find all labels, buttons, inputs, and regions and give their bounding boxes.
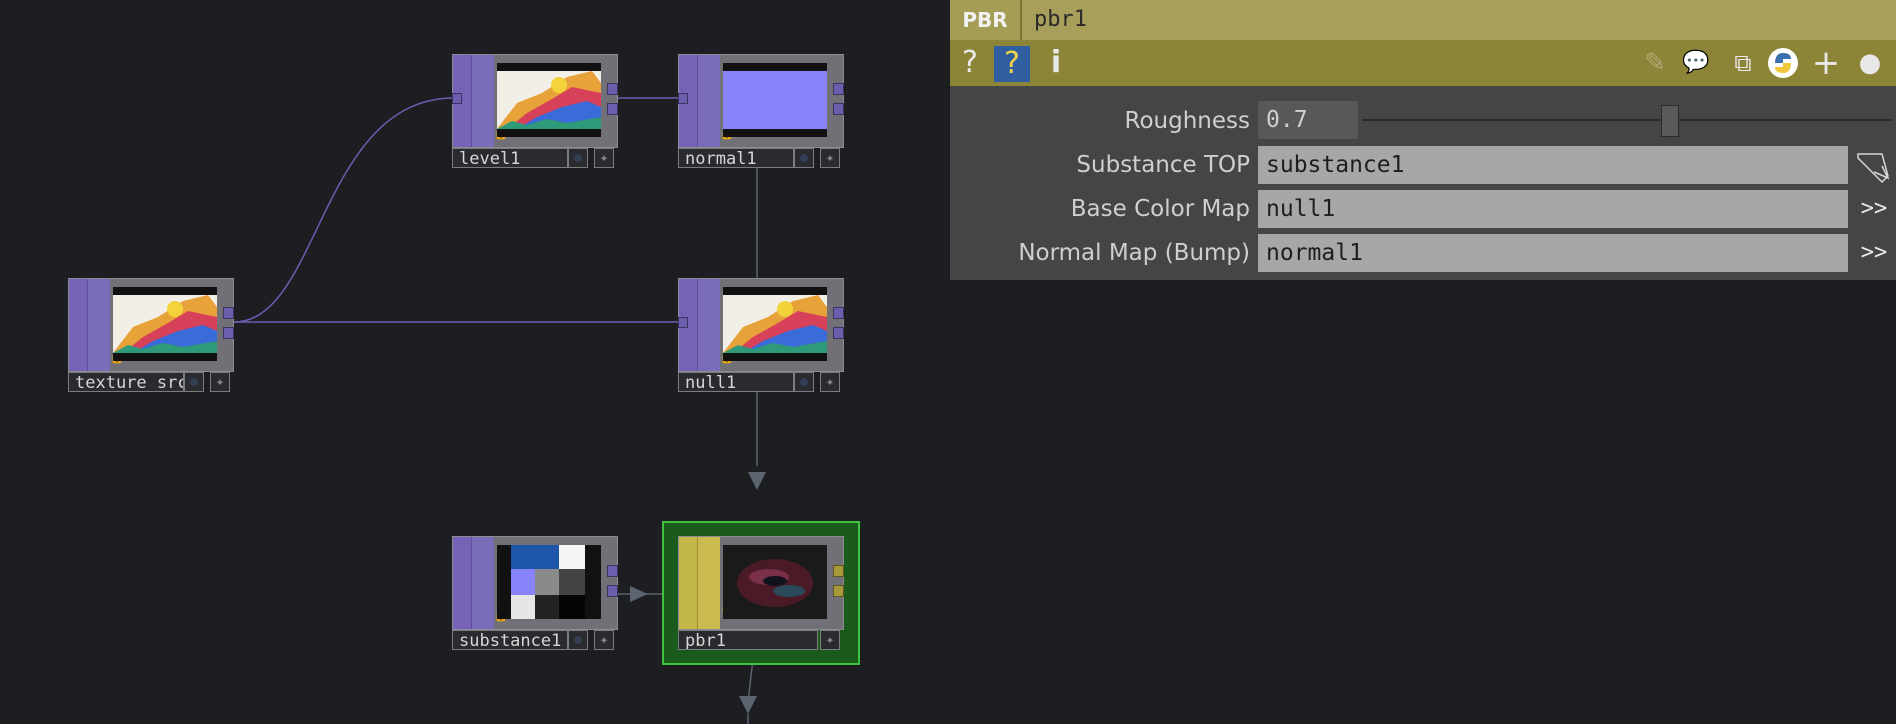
panel-toolbar: ? ? i ✎ 💬 ⧉ + ●: [950, 40, 1896, 86]
node-texture-src[interactable]: ◉ ⚡ ➔ 🔒 texture_src ✦: [68, 278, 234, 396]
node-add-button[interactable]: ✦: [594, 630, 614, 650]
preview-colorful-splash: [723, 287, 827, 361]
preview-dark-torus: [723, 545, 827, 619]
input-connector[interactable]: [678, 93, 688, 104]
node-strip: [453, 537, 471, 629]
node-body: ◉ ⚡ ➔ 🔒: [452, 54, 618, 148]
node-viewer-button[interactable]: [568, 148, 588, 168]
comment-icon[interactable]: 💬: [1676, 40, 1716, 86]
node-label[interactable]: texture_src: [68, 372, 184, 392]
node-label[interactable]: pbr1: [678, 630, 818, 650]
param-label-base-color-map: Base Color Map: [1070, 196, 1250, 222]
normal-map-menu-button[interactable]: >>: [1854, 234, 1894, 272]
node-flag-strip: ◉ ⚡ ➔ 🔒: [471, 537, 508, 629]
node-substance1[interactable]: ◉ ⚡ ➔ 🔒 substance1 ✦: [452, 536, 618, 654]
preview-colorful-splash: [497, 63, 601, 137]
node-add-button[interactable]: ✦: [820, 630, 840, 650]
arrow-normal1-to-pbr1: [748, 472, 766, 490]
clone-icon[interactable]: ⧉: [1726, 40, 1760, 86]
output-connector[interactable]: [833, 585, 844, 597]
output-connector[interactable]: [607, 585, 618, 597]
parameter-list: Roughness 0.7 Substance TOP substance1 B…: [950, 86, 1896, 280]
preview-colorful-splash: [113, 287, 217, 361]
param-label-normal-map: Normal Map (Bump): [1018, 240, 1250, 266]
node-viewer-button[interactable]: [794, 372, 814, 392]
node-flag-strip: ◉ ⚡ ➔ 🔒: [471, 55, 508, 147]
parameter-panel: PBR pbr1 ? ? i ✎ 💬 ⧉ + ● Roughness 0.7 S…: [950, 0, 1896, 280]
preview-material-swatch: [497, 545, 601, 619]
output-connector[interactable]: [833, 307, 844, 319]
node-viewer-button[interactable]: [568, 630, 588, 650]
input-connector[interactable]: [452, 93, 462, 104]
operator-name-field[interactable]: pbr1: [1020, 0, 1896, 40]
help-icon[interactable]: ?: [958, 40, 982, 86]
input-connector[interactable]: [678, 317, 688, 328]
output-connector[interactable]: [833, 103, 844, 115]
plus-icon[interactable]: +: [1808, 40, 1844, 86]
node-body: ◉ ⚡ ➔ 🔒: [68, 278, 234, 372]
node-null1[interactable]: ◉ ⚡ ➔ 🔒 null1 ✦: [678, 278, 844, 396]
node-label[interactable]: normal1: [678, 148, 794, 168]
node-label[interactable]: level1: [452, 148, 568, 168]
node-body: ◉ ⚡ ➔ 🔒: [678, 54, 844, 148]
output-connector[interactable]: [833, 327, 844, 339]
node-body: ◉ ⚡ ➔ 🔒: [678, 278, 844, 372]
output-connector[interactable]: [223, 307, 234, 319]
node-flag-strip: ◉ ⚡ ➔ 🔒: [697, 55, 734, 147]
arrow-substance1-to-pbr1: [630, 586, 648, 602]
python-icon[interactable]: [1766, 40, 1800, 86]
node-viewer-button[interactable]: [794, 148, 814, 168]
node-add-button[interactable]: ✦: [820, 372, 840, 392]
normal-map-field[interactable]: normal1: [1258, 234, 1848, 272]
param-label-substance-top: Substance TOP: [1076, 152, 1250, 178]
base-color-map-field[interactable]: null1: [1258, 190, 1848, 228]
node-flag-strip: ◉ ⚡ ➔ 🔒: [697, 279, 734, 371]
roughness-slider-row: [950, 86, 1896, 146]
output-connector[interactable]: [607, 103, 618, 115]
node-flag-strip: ◉ ⚡ ➔ 🔒: [87, 279, 124, 371]
output-connector[interactable]: [223, 327, 234, 339]
node-flag-strip: ◉ ⚡ 🔒: [697, 537, 734, 629]
panel-titlebar: PBR pbr1: [950, 0, 1896, 40]
output-connector[interactable]: [833, 565, 844, 577]
node-pbr1[interactable]: ◉ ⚡ 🔒 pbr1 ✦: [678, 536, 844, 654]
preview-solid-lavender: [723, 63, 827, 137]
node-strip: [679, 537, 697, 629]
node-body: ◉ ⚡ 🔒: [678, 536, 844, 630]
drag-reference-icon[interactable]: [1854, 146, 1894, 184]
output-connector[interactable]: [607, 83, 618, 95]
node-label[interactable]: substance1: [452, 630, 568, 650]
wire-texture-to-level1: [233, 97, 455, 323]
python-help-icon[interactable]: ?: [994, 46, 1030, 82]
node-level1[interactable]: ◉ ⚡ ➔ 🔒 level1 ✦: [452, 54, 618, 172]
roughness-slider-handle[interactable]: [1661, 105, 1680, 137]
operator-type-label: PBR: [962, 8, 1008, 32]
arrow-pbr1-output: [739, 696, 757, 714]
output-connector[interactable]: [833, 83, 844, 95]
pencil-icon[interactable]: ✎: [1638, 40, 1672, 86]
node-body: ◉ ⚡ ➔ 🔒: [452, 536, 618, 630]
node-strip: [69, 279, 87, 371]
node-label[interactable]: null1: [678, 372, 794, 392]
node-add-button[interactable]: ✦: [210, 372, 230, 392]
roughness-slider-track[interactable]: [1362, 119, 1892, 121]
substance-top-field[interactable]: substance1: [1258, 146, 1848, 184]
base-color-map-menu-button[interactable]: >>: [1854, 190, 1894, 228]
node-normal1[interactable]: ◉ ⚡ ➔ 🔒 normal1 ✦: [678, 54, 844, 172]
circle-icon[interactable]: ●: [1854, 40, 1886, 86]
node-add-button[interactable]: ✦: [594, 148, 614, 168]
node-viewer-button[interactable]: [184, 372, 204, 392]
output-connector[interactable]: [607, 565, 618, 577]
info-icon[interactable]: i: [1044, 40, 1068, 86]
node-add-button[interactable]: ✦: [820, 148, 840, 168]
